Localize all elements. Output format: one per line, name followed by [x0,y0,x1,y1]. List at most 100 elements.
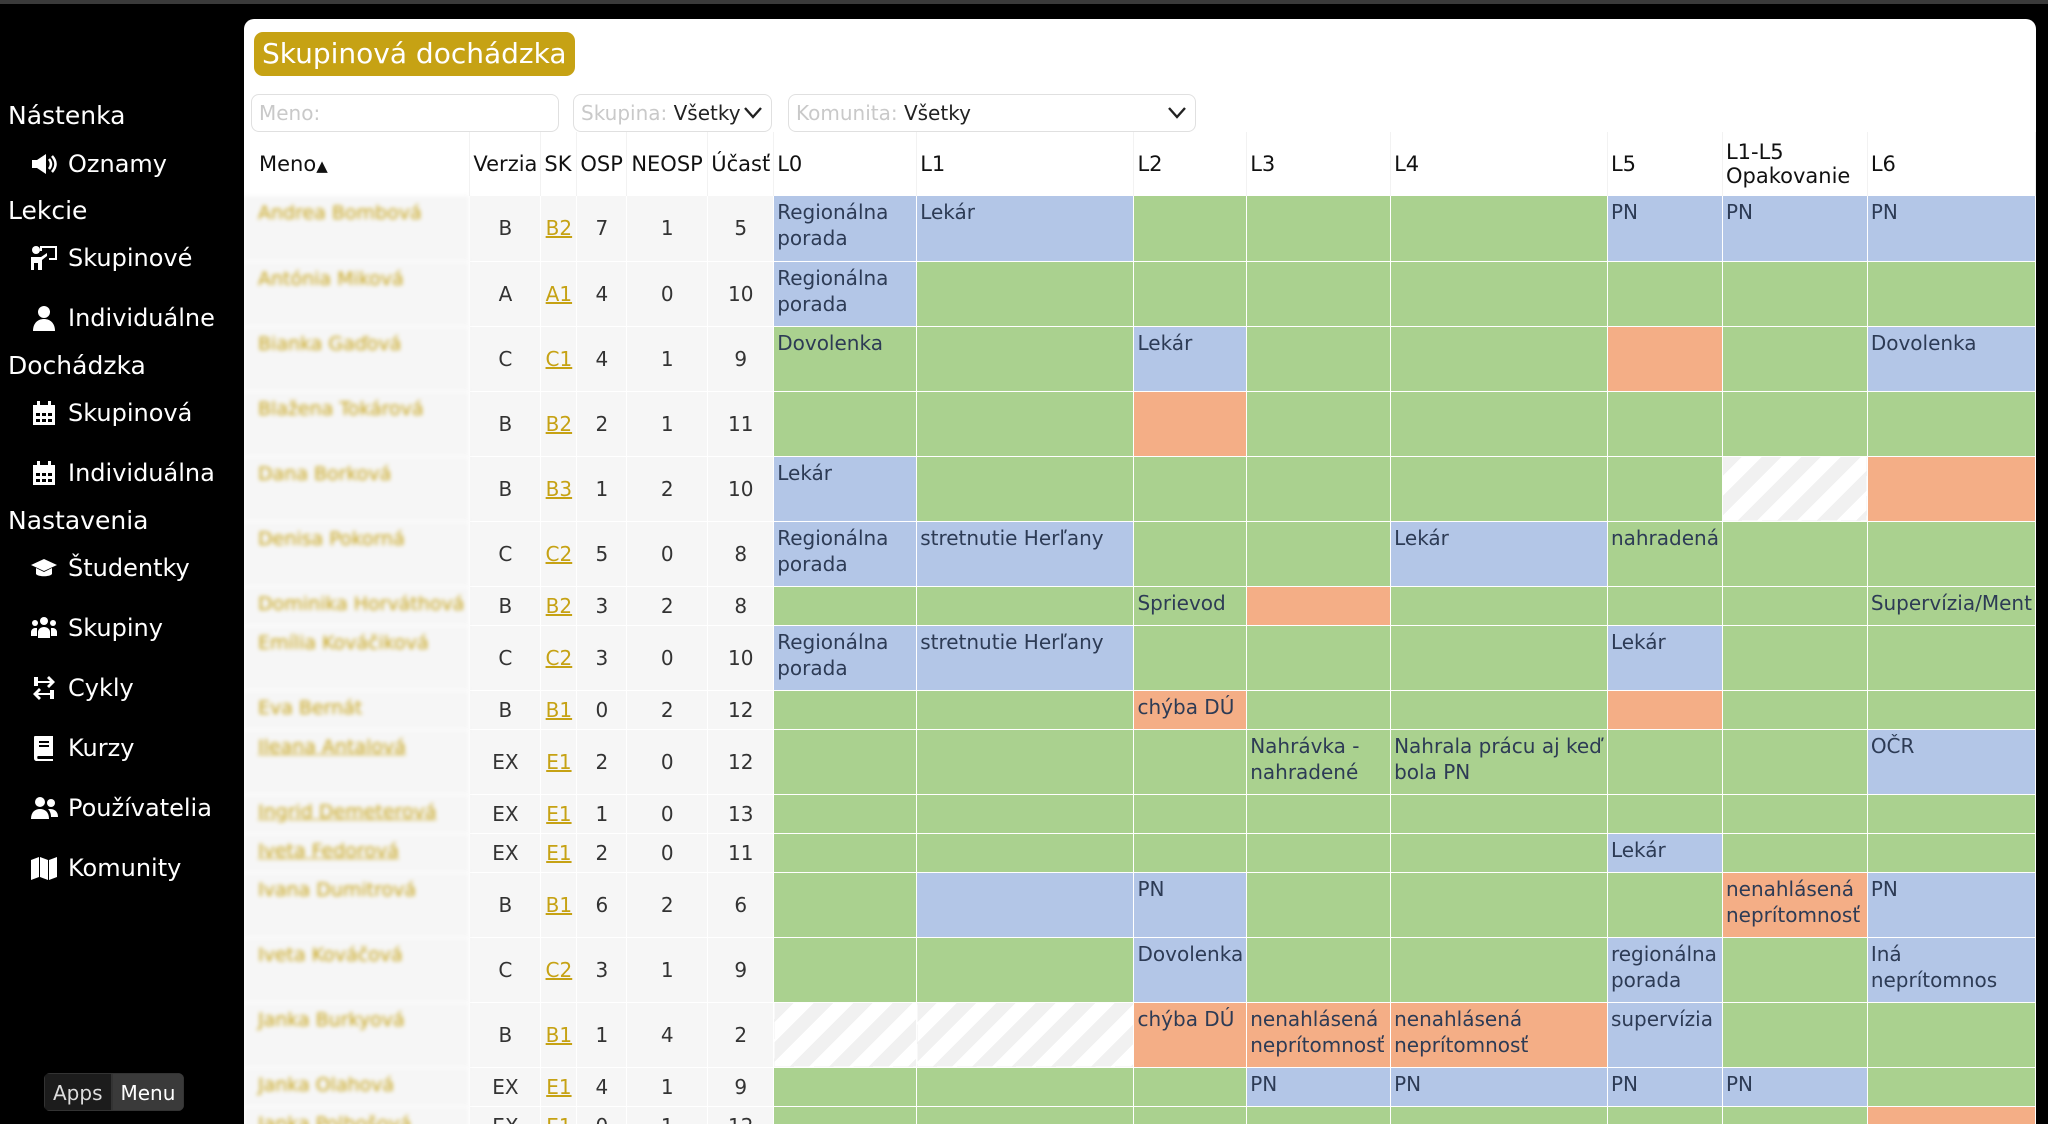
attendance-cell[interactable]: stretnutie Herľany [916,625,1135,691]
attendance-cell[interactable] [773,794,918,834]
student-name[interactable]: Ingrid Demeterová [244,794,471,834]
name-filter-input[interactable]: Meno: [251,94,559,132]
attendance-cell[interactable] [1607,872,1723,938]
attendance-cell[interactable] [1246,625,1392,691]
attendance-cell[interactable]: Nahrávka - nahradené [1246,729,1392,795]
student-name[interactable]: Dana Borková [244,456,471,522]
header-name[interactable]: Meno▲ [244,132,471,196]
student-name[interactable]: Denisa Pokorná [244,521,471,587]
attendance-cell[interactable] [1722,326,1868,392]
attendance-cell[interactable] [773,1106,918,1124]
attendance-cell[interactable]: PN [1390,1067,1608,1107]
header-sk[interactable]: SK [540,132,578,196]
student-name[interactable]: Dominika Horváthová [244,586,471,626]
sidebar-item-cykly[interactable]: Cykly [30,674,134,702]
attendance-cell[interactable] [1722,794,1868,834]
group-link[interactable]: E1 [546,1114,571,1124]
attendance-cell[interactable]: Dovolenka [1867,326,2036,392]
attendance-cell[interactable]: Regionálna porada [773,196,918,262]
attendance-cell[interactable] [1867,833,2036,873]
attendance-cell[interactable] [1133,1106,1248,1124]
attendance-cell[interactable] [916,391,1135,457]
student-name[interactable]: Janka Burkyová [244,1002,471,1068]
attendance-cell[interactable]: PN [1722,196,1868,262]
group-link[interactable]: B2 [546,216,572,240]
attendance-cell[interactable] [1390,937,1608,1003]
attendance-cell[interactable] [773,937,918,1003]
group-link[interactable]: E1 [546,1075,571,1099]
menu-button[interactable]: Menu [111,1073,185,1111]
attendance-cell[interactable]: OČR [1867,729,2036,795]
header-lesson[interactable]: L4 [1390,132,1608,196]
attendance-cell[interactable] [1133,833,1248,873]
group-link[interactable]: A1 [546,282,572,306]
header-lesson[interactable]: L1-L5 Opakovanie [1722,132,1868,196]
attendance-cell[interactable] [1867,521,2036,587]
attendance-cell[interactable]: Lekár [773,456,918,522]
student-name[interactable]: Emília Kováčiková [244,625,471,691]
attendance-cell[interactable] [773,729,918,795]
attendance-cell[interactable] [1722,833,1868,873]
attendance-cell[interactable]: PN [1133,872,1248,938]
attendance-cell[interactable]: Lekár [1607,833,1723,873]
attendance-cell[interactable] [1867,1106,2036,1124]
attendance-cell[interactable]: PN [1607,1067,1723,1107]
header-lesson[interactable]: L2 [1133,132,1248,196]
attendance-cell[interactable]: Supervízia/Ment [1867,586,2036,626]
attendance-cell[interactable]: nahradená [1607,521,1723,587]
attendance-cell[interactable] [1133,196,1248,262]
group-link[interactable]: B2 [546,594,572,618]
attendance-cell[interactable]: Regionálna porada [773,261,918,327]
attendance-cell[interactable]: regionálna porada [1607,937,1723,1003]
header-version[interactable]: Verzia [469,132,542,196]
attendance-cell[interactable] [916,261,1135,327]
community-filter-select[interactable]: Komunita: Všetky [788,94,1196,132]
student-name[interactable]: Iveta Fedorová [244,833,471,873]
attendance-cell[interactable]: nenahlásená neprítomnosť [1722,872,1868,938]
attendance-cell[interactable]: Regionálna porada [773,521,918,587]
attendance-cell[interactable] [916,456,1135,522]
attendance-cell[interactable]: chýba DÚ [1133,1002,1248,1068]
group-link[interactable]: B1 [546,1023,572,1047]
attendance-cell[interactable] [1390,196,1608,262]
attendance-cell[interactable] [1607,456,1723,522]
attendance-cell[interactable] [1390,794,1608,834]
attendance-cell[interactable]: supervízia [1607,1002,1723,1068]
attendance-cell[interactable] [1607,729,1723,795]
attendance-cell[interactable] [1390,586,1608,626]
attendance-cell[interactable]: Nahrala prácu aj keď bola PN [1390,729,1608,795]
attendance-cell[interactable] [1722,586,1868,626]
attendance-cell[interactable] [1722,521,1868,587]
attendance-cell[interactable] [1867,456,2036,522]
attendance-cell[interactable] [916,794,1135,834]
attendance-cell[interactable] [916,690,1135,730]
attendance-cell[interactable] [1246,521,1392,587]
student-name[interactable]: Iveta Kováčová [244,937,471,1003]
student-name[interactable]: Ivana Dumitrová [244,872,471,938]
attendance-cell[interactable] [773,1002,918,1068]
group-filter-select[interactable]: Skupina: Všetky [573,94,772,132]
attendance-cell[interactable] [1607,326,1723,392]
attendance-cell[interactable]: Iná neprítomnos [1867,937,2036,1003]
group-link[interactable]: C2 [546,958,573,982]
sidebar-item-individualna[interactable]: Individuálna [30,459,215,487]
attendance-cell[interactable] [1867,1067,2036,1107]
header-lesson[interactable]: L6 [1867,132,2036,196]
attendance-cell[interactable] [1607,690,1723,730]
group-link[interactable]: C1 [546,347,573,371]
group-link[interactable]: E1 [546,841,571,865]
attendance-cell[interactable]: stretnutie Herľany [916,521,1135,587]
attendance-cell[interactable] [1722,690,1868,730]
attendance-cell[interactable] [1867,261,2036,327]
attendance-cell[interactable] [1246,586,1392,626]
attendance-cell[interactable] [1246,391,1392,457]
group-link[interactable]: C2 [546,646,573,670]
attendance-cell[interactable] [773,872,918,938]
attendance-cell[interactable]: Lekár [1390,521,1608,587]
header-osp[interactable]: OSP [576,132,628,196]
student-name[interactable]: Andrea Bombová [244,196,471,262]
apps-button[interactable]: Apps [44,1073,112,1111]
attendance-cell[interactable] [1133,456,1248,522]
attendance-cell[interactable] [1390,690,1608,730]
attendance-cell[interactable] [1133,1067,1248,1107]
